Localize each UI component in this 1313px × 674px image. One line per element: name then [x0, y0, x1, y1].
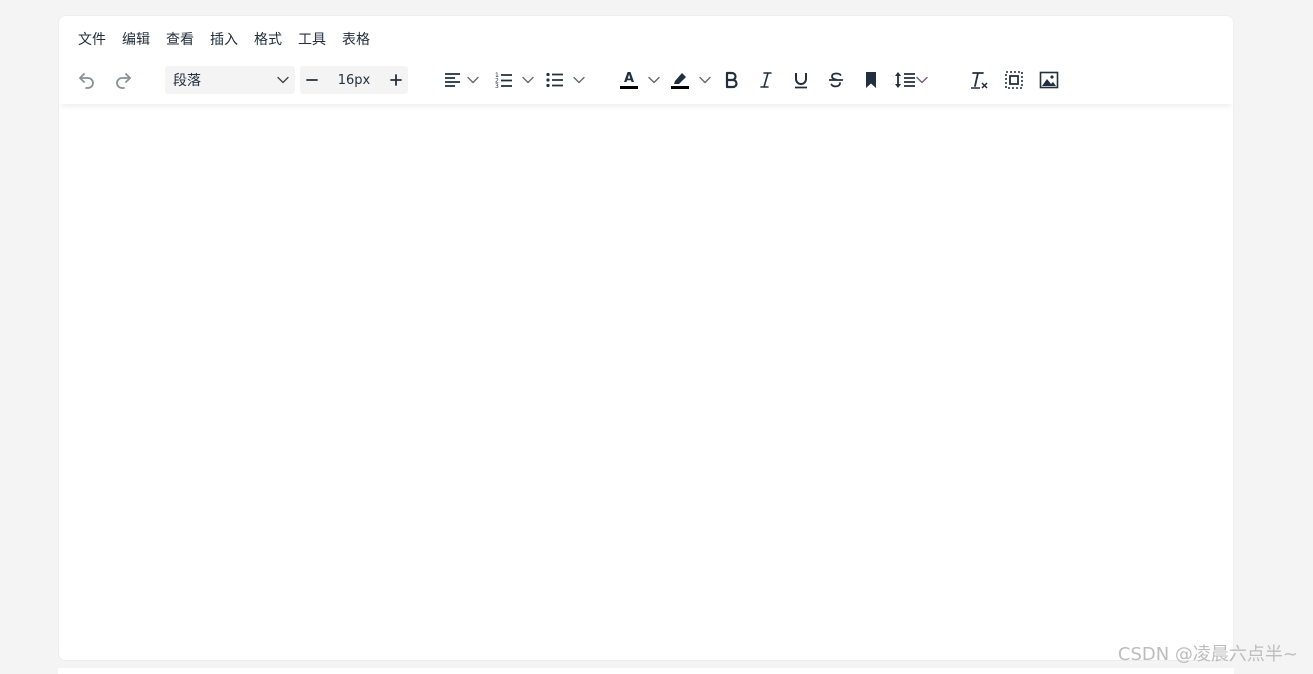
undo-icon: [79, 73, 94, 89]
redo-icon: [116, 73, 131, 89]
italic-icon: [760, 72, 772, 88]
menu-view[interactable]: 查看: [158, 28, 202, 52]
remove-format-icon: [971, 72, 988, 89]
chevron-down-icon: [648, 76, 660, 84]
font-size-control: [300, 66, 408, 94]
svg-text:3: 3: [495, 83, 499, 90]
page-bottom-strip: [58, 668, 1234, 674]
line-height-icon: [895, 72, 915, 88]
increase-font-size-button[interactable]: [384, 66, 408, 94]
watermark-text: CSDN @凌晨六点半~: [1117, 644, 1298, 665]
strikethrough-icon: [829, 72, 843, 88]
italic-button[interactable]: [752, 64, 780, 96]
block-format-value: 段落: [173, 73, 201, 89]
minus-icon: [306, 79, 318, 81]
rich-text-editor: 文件 编辑 查看 插入 格式 工具 表格 段落 16px 1 2 3 A: [58, 15, 1234, 661]
align-left-icon: [445, 73, 460, 87]
ordered-list-split-button[interactable]: 1 2 3: [490, 64, 536, 96]
menu-table[interactable]: 表格: [334, 28, 378, 52]
underline-button[interactable]: [787, 64, 815, 96]
bold-button[interactable]: [717, 64, 745, 96]
redo-button[interactable]: [109, 64, 137, 96]
bullet-list-icon: [546, 72, 563, 88]
editor-header: 文件 编辑 查看 插入 格式 工具 表格 段落 16px 1 2 3 A: [59, 16, 1233, 104]
text-color-icon: A: [620, 71, 638, 89]
block-format-select[interactable]: 段落: [165, 66, 295, 94]
decrease-font-size-button[interactable]: [300, 66, 324, 94]
ordered-list-icon: 1 2 3: [495, 72, 512, 90]
underline-icon: [795, 73, 807, 89]
svg-text:A: A: [624, 71, 634, 86]
text-color-split-button[interactable]: A: [615, 64, 661, 96]
bold-icon: [725, 71, 738, 89]
bookmark-icon: [866, 72, 876, 88]
chevron-down-icon: [522, 76, 534, 84]
plus-icon: [390, 74, 402, 86]
insert-image-button[interactable]: [1034, 64, 1064, 96]
highlight-icon: [671, 73, 689, 89]
toolbar: 段落 16px 1 2 3 A: [59, 64, 1159, 96]
menu-file[interactable]: 文件: [70, 28, 114, 52]
undo-button[interactable]: [73, 64, 101, 96]
select-all-icon: [1005, 71, 1023, 89]
remove-format-button[interactable]: [964, 64, 994, 96]
menu-format[interactable]: 格式: [246, 28, 290, 52]
menu-tools[interactable]: 工具: [290, 28, 334, 52]
line-height-split-button[interactable]: [892, 64, 934, 96]
chevron-down-icon: [277, 76, 289, 84]
bullet-list-split-button[interactable]: [541, 64, 587, 96]
bookmark-button[interactable]: [857, 64, 885, 96]
menu-edit[interactable]: 编辑: [114, 28, 158, 52]
align-split-button[interactable]: [439, 64, 483, 96]
menubar: 文件 编辑 查看 插入 格式 工具 表格: [70, 28, 378, 52]
font-size-input[interactable]: [324, 66, 384, 94]
image-icon: [1039, 71, 1059, 89]
menu-insert[interactable]: 插入: [202, 28, 246, 52]
chevron-down-icon: [467, 76, 479, 84]
chevron-down-icon: [699, 76, 711, 84]
chevron-down-icon: [573, 76, 585, 84]
highlight-color-split-button[interactable]: [666, 64, 712, 96]
select-all-button[interactable]: [999, 64, 1029, 96]
editor-content-area[interactable]: [59, 104, 1233, 660]
strikethrough-button[interactable]: [822, 64, 850, 96]
chevron-down-icon: [916, 76, 928, 84]
